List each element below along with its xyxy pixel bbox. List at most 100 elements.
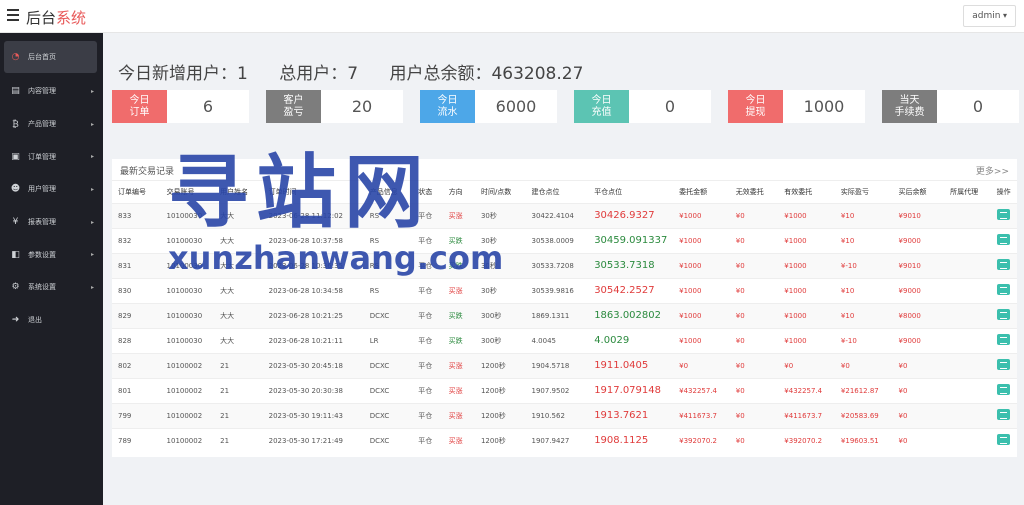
column-header: 建仓点位 bbox=[531, 187, 560, 196]
table-cell: 300秒 bbox=[474, 327, 526, 353]
sidebar-item[interactable]: ¥ 报表管理 ▸ bbox=[0, 206, 103, 239]
table-cell: 2023-06-28 10:34:58 bbox=[262, 277, 364, 303]
table-cell: 平仓 bbox=[412, 402, 443, 428]
top-bar: 后台系统 admin bbox=[0, 0, 1024, 33]
table-cell: 2023-05-30 20:45:18 bbox=[262, 352, 364, 378]
table-cell: ¥0 bbox=[729, 302, 779, 328]
table-cell: ¥1000 bbox=[673, 277, 730, 303]
table-cell: ¥392070.2 bbox=[673, 427, 730, 453]
table-cell: 2023-06-28 10:21:25 bbox=[262, 302, 364, 328]
table-cell: ¥0 bbox=[892, 352, 945, 378]
yen-icon: ¥ bbox=[12, 217, 19, 228]
table-cell: 30533.7208 bbox=[525, 252, 589, 278]
column-header: 有效委托 bbox=[784, 187, 813, 196]
table-cell: DCXC bbox=[363, 352, 413, 378]
stat-value: 0 bbox=[972, 97, 984, 116]
table-cell: 4.0045 bbox=[525, 327, 589, 353]
table-cell: DCXC bbox=[363, 402, 413, 428]
table-cell: ¥432257.4 bbox=[778, 377, 835, 403]
sidebar-item[interactable]: ₿ 产品管理 ▸ bbox=[0, 108, 103, 141]
table-cell: 买跌 bbox=[442, 227, 475, 253]
table-cell bbox=[944, 427, 991, 453]
table-cell: 买涨 bbox=[442, 277, 475, 303]
chevron-right-icon: ▸ bbox=[90, 283, 94, 291]
table-row: 830 10100030 大大 2023-06-28 10:34:58 RS 平仓 买涨 30… bbox=[112, 277, 1017, 303]
sidebar-item[interactable]: ▣ 订单管理 ▸ bbox=[0, 140, 103, 173]
table-row: 799 10100002 21 2023-05-30 19:11:43 DCXC 平仓 买涨… bbox=[112, 402, 1017, 428]
table-cell: 10100030 bbox=[160, 277, 215, 303]
table-cell: ¥0 bbox=[729, 352, 779, 378]
detail-button[interactable] bbox=[996, 334, 1010, 345]
table-cell: 10100030 bbox=[160, 227, 215, 253]
column-header: 无效委托 bbox=[735, 187, 764, 196]
detail-button[interactable] bbox=[996, 234, 1010, 245]
table-header-row: 订单编号 交易账号 用户姓名 订单时间 产品信息 状态 方向 时间/点数 建仓点位 平仓点位 委托金… bbox=[112, 181, 1017, 203]
sidebar-item[interactable]: ➜ 退出 bbox=[0, 304, 103, 337]
table-cell: 1908.1125 bbox=[588, 427, 674, 453]
table-cell: ¥0 bbox=[729, 227, 779, 253]
sidebar-item[interactable]: ▤ 内容管理 ▸ bbox=[0, 75, 103, 108]
stat-value: 1000 bbox=[803, 97, 845, 116]
chevron-right-icon: ▸ bbox=[90, 218, 94, 226]
table-cell: 4.0029 bbox=[588, 327, 674, 353]
sidebar-item-label: 报表管理 bbox=[28, 218, 56, 227]
table-cell: ¥10 bbox=[834, 277, 893, 303]
column-header: 时间/点数 bbox=[480, 187, 512, 196]
sidebar-item-label: 系统设置 bbox=[28, 283, 56, 292]
dashboard-icon: ◔ bbox=[11, 52, 20, 62]
sidebar-item[interactable]: ◔ 后台首页 bbox=[4, 41, 97, 73]
table-cell: RS bbox=[363, 252, 413, 278]
table-cell: 平仓 bbox=[412, 227, 443, 253]
table-cell: 2023-06-28 10:36:35 bbox=[262, 252, 364, 278]
column-header: 委托金额 bbox=[679, 187, 708, 196]
table-cell: 买跌 bbox=[442, 252, 475, 278]
detail-button[interactable] bbox=[996, 384, 1010, 395]
action-cell bbox=[990, 327, 1017, 353]
column-header: 平仓点位 bbox=[594, 187, 623, 196]
app-title: 后台系统 bbox=[26, 7, 86, 28]
table-cell: 829 bbox=[112, 302, 161, 328]
table-cell: 30秒 bbox=[474, 202, 526, 228]
table-cell bbox=[944, 277, 991, 303]
table-cell: 833 bbox=[112, 202, 161, 228]
table-cell: 1200秒 bbox=[474, 402, 526, 428]
detail-button[interactable] bbox=[996, 434, 1010, 446]
stat-value: 6 bbox=[202, 97, 214, 116]
detail-button[interactable] bbox=[996, 259, 1010, 270]
table-cell: 789 bbox=[112, 427, 161, 453]
more-link[interactable]: 更多>> bbox=[976, 164, 1009, 177]
hamburger-menu-icon[interactable] bbox=[7, 9, 19, 23]
table-cell: 2023-06-28 10:21:11 bbox=[262, 327, 364, 353]
table-cell: ¥0 bbox=[778, 352, 835, 378]
table-cell: 30533.7318 bbox=[588, 252, 674, 278]
total-users: 总用户：7 bbox=[279, 64, 359, 84]
detail-button[interactable] bbox=[996, 359, 1010, 370]
table-cell: 1863.002802 bbox=[588, 302, 674, 328]
table-cell: LR bbox=[363, 327, 413, 353]
detail-button[interactable] bbox=[996, 209, 1010, 220]
sidebar-item[interactable]: ⚙ 系统设置 ▸ bbox=[0, 271, 103, 304]
table-cell: ¥0 bbox=[729, 402, 779, 428]
sidebar-item[interactable]: ☻ 用户管理 ▸ bbox=[0, 173, 103, 206]
table-cell: ¥10 bbox=[834, 302, 893, 328]
table-cell: 平仓 bbox=[412, 252, 443, 278]
stat-cards: 今日 订单 6 客户 盈亏 20 今日 流水 6000 今日 充值 0 今日 提现 1000 当天 … bbox=[112, 90, 1024, 123]
table-cell: ¥9000 bbox=[892, 227, 945, 253]
sidebar-item-label: 订单管理 bbox=[28, 152, 56, 161]
column-header: 状态 bbox=[418, 187, 433, 196]
action-cell bbox=[990, 277, 1017, 303]
detail-button[interactable] bbox=[996, 284, 1010, 295]
user-menu-dropdown[interactable]: admin bbox=[963, 5, 1016, 27]
detail-button[interactable] bbox=[996, 409, 1010, 420]
table-cell: 300秒 bbox=[474, 302, 526, 328]
table-cell bbox=[944, 202, 991, 228]
sidebar-item-label: 产品管理 bbox=[28, 120, 56, 129]
table-cell: ¥-10 bbox=[834, 252, 893, 278]
sidebar-item[interactable]: ◧ 参数设置 ▸ bbox=[0, 238, 103, 271]
stat-card: 今日 订单 6 bbox=[112, 90, 249, 123]
action-cell bbox=[990, 427, 1017, 453]
action-cell bbox=[990, 402, 1017, 428]
table-cell: 10100002 bbox=[160, 427, 215, 453]
detail-button[interactable] bbox=[996, 309, 1010, 320]
table-cell: ¥392070.2 bbox=[778, 427, 835, 453]
